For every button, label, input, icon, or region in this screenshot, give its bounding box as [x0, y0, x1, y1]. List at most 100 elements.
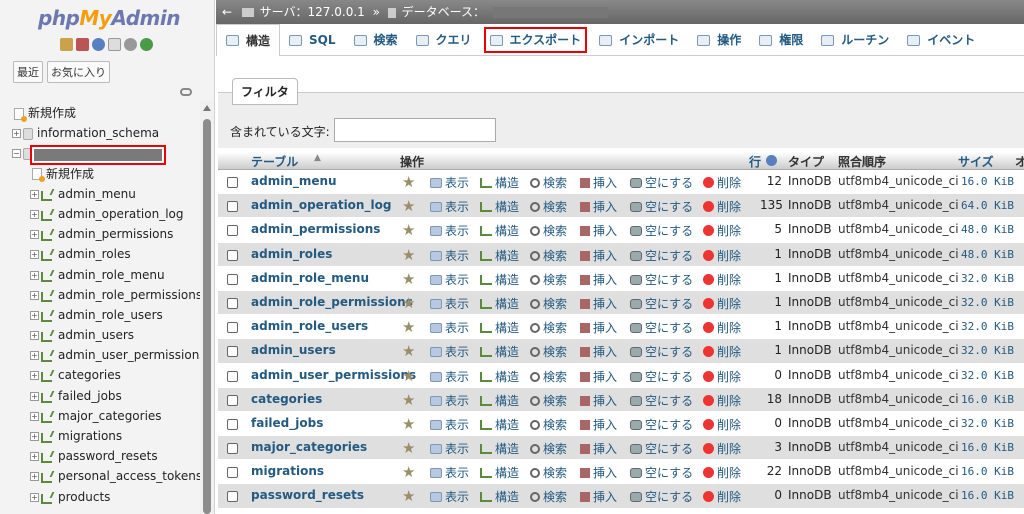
browse-action[interactable]: 表示	[430, 416, 469, 433]
tree-table-admin_role_menu[interactable]: + admin_role_menu	[12, 265, 200, 285]
table-size[interactable]: 16.0 KiB	[961, 175, 1014, 188]
empty-action[interactable]: 空にする	[630, 295, 693, 312]
table-size[interactable]: 32.0 KiB	[961, 272, 1014, 285]
tab-query[interactable]: クエリ	[407, 24, 481, 56]
structure-action[interactable]: 構造	[480, 464, 519, 481]
insert-action[interactable]: 挿入	[580, 222, 617, 239]
structure-action[interactable]: 構造	[480, 271, 519, 288]
search-action[interactable]: 検索	[530, 343, 567, 360]
logout-icon[interactable]	[76, 38, 89, 51]
tree-table-admin_users[interactable]: + admin_users	[12, 325, 200, 345]
tree-table-products[interactable]: + products	[12, 487, 200, 507]
browse-action[interactable]: 表示	[430, 440, 469, 457]
tree-new-item[interactable]: 新規作成	[12, 103, 200, 123]
tab-wrench[interactable]: 操作	[688, 24, 750, 56]
expand-icon[interactable]: +	[30, 250, 39, 260]
empty-action[interactable]: 空にする	[630, 198, 693, 215]
favorite-star-icon[interactable]: ★	[402, 270, 415, 288]
tree-table-major_categories[interactable]: + major_categories	[12, 406, 200, 426]
table-name-link[interactable]: admin_user_permissions	[251, 368, 416, 382]
tree-table-migrations[interactable]: + migrations	[12, 426, 200, 446]
table-name-link[interactable]: admin_roles	[251, 247, 332, 261]
empty-action[interactable]: 空にする	[630, 174, 693, 191]
table-name-link[interactable]: categories	[251, 392, 322, 406]
insert-action[interactable]: 挿入	[580, 198, 617, 215]
empty-action[interactable]: 空にする	[630, 488, 693, 505]
favorite-star-icon[interactable]: ★	[402, 439, 415, 457]
table-size[interactable]: 16.0 KiB	[961, 393, 1014, 406]
table-name-link[interactable]: admin_role_menu	[251, 271, 369, 285]
tree-table-admin_role_users[interactable]: + admin_role_users	[12, 305, 200, 325]
search-action[interactable]: 検索	[530, 392, 567, 409]
table-size[interactable]: 32.0 KiB	[961, 296, 1014, 309]
recent-button[interactable]: 最近	[13, 61, 43, 83]
table-name-link[interactable]: admin_role_users	[251, 319, 368, 333]
favorite-star-icon[interactable]: ★	[402, 173, 415, 191]
drop-action[interactable]: 削除	[703, 295, 741, 312]
tree-table-admin_operation_log[interactable]: + admin_operation_log	[12, 204, 200, 224]
docs-icon[interactable]	[108, 38, 121, 51]
expand-icon[interactable]: +	[12, 129, 21, 139]
drop-action[interactable]: 削除	[703, 464, 741, 481]
drop-action[interactable]: 削除	[703, 271, 741, 288]
row-checkbox[interactable]	[227, 177, 238, 188]
browse-action[interactable]: 表示	[430, 271, 469, 288]
table-size[interactable]: 32.0 KiB	[961, 417, 1014, 430]
browse-action[interactable]: 表示	[430, 319, 469, 336]
favorite-star-icon[interactable]: ★	[402, 221, 415, 239]
table-size[interactable]: 48.0 KiB	[961, 248, 1014, 261]
row-checkbox[interactable]	[227, 346, 238, 358]
structure-action[interactable]: 構造	[480, 222, 519, 239]
browse-action[interactable]: 表示	[430, 198, 469, 215]
browse-action[interactable]: 表示	[430, 247, 469, 264]
drop-action[interactable]: 削除	[703, 343, 741, 360]
home-icon[interactable]	[60, 38, 73, 51]
table-size[interactable]: 64.0 KiB	[961, 199, 1014, 212]
selected-database-highlight[interactable]	[30, 145, 166, 165]
empty-action[interactable]: 空にする	[630, 222, 693, 239]
tree-table-admin_role_permissions[interactable]: + admin_role_permissions	[12, 285, 202, 305]
empty-action[interactable]: 空にする	[630, 440, 693, 457]
row-checkbox[interactable]	[227, 394, 238, 406]
search-action[interactable]: 検索	[530, 247, 567, 264]
row-checkbox[interactable]	[227, 297, 238, 309]
expand-icon[interactable]: +	[30, 351, 39, 361]
tree-table-failed_jobs[interactable]: + failed_jobs	[12, 386, 200, 406]
expand-icon[interactable]: +	[30, 432, 39, 441]
drop-action[interactable]: 削除	[703, 488, 741, 505]
insert-action[interactable]: 挿入	[580, 174, 617, 191]
structure-action[interactable]: 構造	[480, 488, 519, 505]
tab-import[interactable]: インポート	[590, 24, 688, 56]
favorites-button[interactable]: お気に入り	[47, 61, 110, 83]
empty-action[interactable]: 空にする	[630, 343, 693, 360]
link-icon[interactable]	[180, 88, 192, 96]
tab-structure[interactable]: 構造	[216, 24, 281, 56]
structure-action[interactable]: 構造	[480, 247, 519, 264]
search-action[interactable]: 検索	[530, 416, 567, 433]
browse-action[interactable]: 表示	[430, 295, 469, 312]
tree-new-item[interactable]: 新規作成	[12, 164, 200, 184]
favorite-star-icon[interactable]: ★	[402, 342, 415, 360]
row-checkbox[interactable]	[227, 443, 238, 455]
insert-action[interactable]: 挿入	[580, 271, 617, 288]
favorite-star-icon[interactable]: ★	[402, 415, 415, 433]
tab-sql[interactable]: SQL	[280, 24, 345, 56]
row-checkbox[interactable]	[227, 491, 238, 503]
favorite-star-icon[interactable]: ★	[402, 367, 415, 385]
header-rows[interactable]: 行	[749, 153, 761, 170]
search-action[interactable]: 検索	[530, 368, 567, 385]
row-checkbox[interactable]	[227, 201, 238, 213]
drop-action[interactable]: 削除	[703, 368, 741, 385]
drop-action[interactable]: 削除	[703, 198, 741, 215]
insert-action[interactable]: 挿入	[580, 295, 617, 312]
table-name-link[interactable]: migrations	[251, 464, 324, 478]
favorite-star-icon[interactable]: ★	[402, 318, 415, 336]
row-checkbox[interactable]	[227, 322, 238, 334]
browse-action[interactable]: 表示	[430, 174, 469, 191]
table-size[interactable]: 32.0 KiB	[961, 320, 1014, 333]
search-action[interactable]: 検索	[530, 440, 567, 457]
expand-icon[interactable]: +	[30, 452, 39, 462]
phpmyadmin-logo[interactable]: phpMyAdmin	[38, 6, 180, 30]
favorite-star-icon[interactable]: ★	[402, 197, 415, 215]
structure-action[interactable]: 構造	[480, 343, 519, 360]
